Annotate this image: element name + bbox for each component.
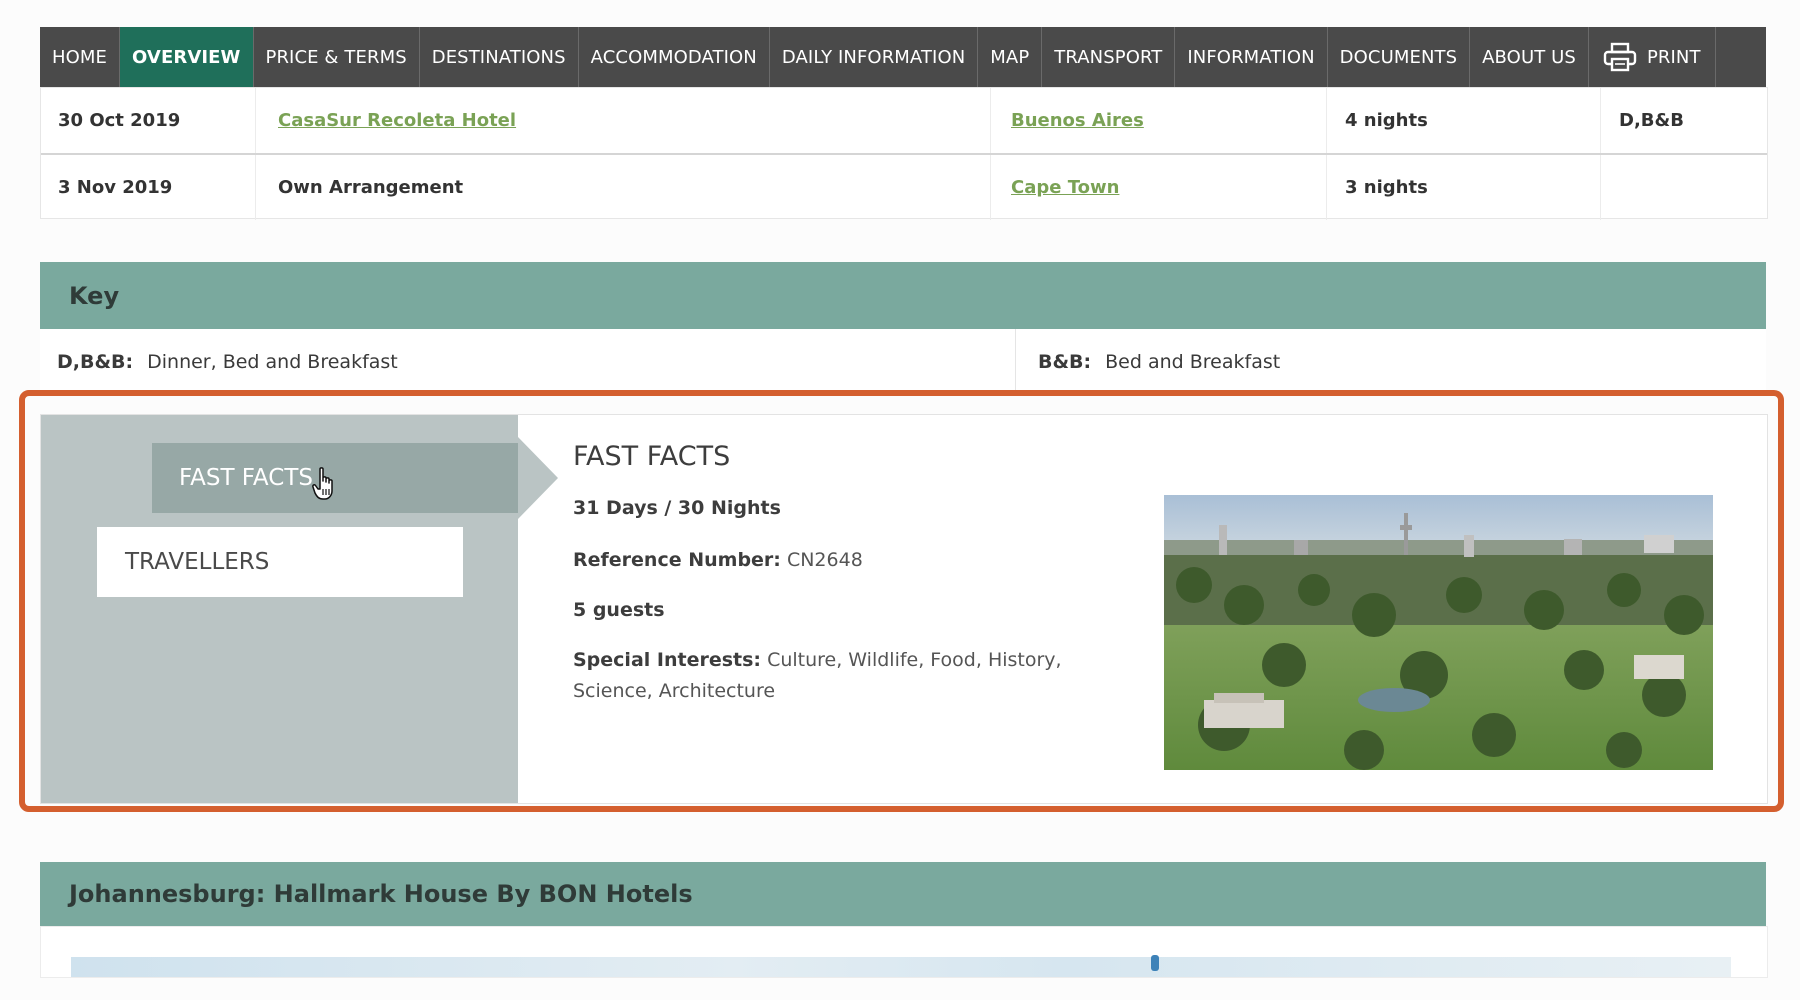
itinerary-nights: 4 nights [1327, 88, 1601, 153]
destination-link[interactable]: Buenos Aires [1011, 110, 1144, 131]
key-divider [1015, 329, 1016, 395]
nav-map-label: MAP [990, 46, 1030, 68]
nav-print-label: PRINT [1646, 46, 1701, 68]
accommodation-link[interactable]: CasaSur Recoleta Hotel [278, 110, 516, 131]
highlight-frame [19, 390, 1784, 812]
scroll-marker-icon [1151, 955, 1159, 971]
hotel-section-body [40, 926, 1768, 978]
key-header: Key [40, 262, 1766, 329]
nav-documents-label: DOCUMENTS [1339, 46, 1458, 68]
itinerary-nights: 3 nights [1327, 155, 1601, 220]
nav-daily-information[interactable]: DAILY INFORMATION [770, 27, 979, 87]
destination-link[interactable]: Cape Town [1011, 177, 1119, 198]
nav-information-label: INFORMATION [1187, 46, 1315, 68]
itinerary-date: 30 Oct 2019 [41, 88, 256, 153]
nav-destinations-label: DESTINATIONS [431, 46, 566, 68]
nav-accommodation[interactable]: ACCOMMODATION [579, 27, 770, 87]
key-entry: B&B: Bed and Breakfast [1038, 329, 1280, 395]
nav-price-terms-label: PRICE & TERMS [265, 46, 407, 68]
nav-accommodation-label: ACCOMMODATION [590, 46, 757, 68]
nav-about-us[interactable]: ABOUT US [1470, 27, 1589, 87]
itinerary-destination: Cape Town [991, 155, 1327, 220]
nav-overview[interactable]: OVERVIEW [120, 27, 254, 87]
nav-information[interactable]: INFORMATION [1175, 27, 1328, 87]
hotel-section-header: Johannesburg: Hallmark House By BON Hote… [40, 862, 1766, 926]
main-nav: HOME OVERVIEW PRICE & TERMS DESTINATIONS… [40, 27, 1766, 87]
nav-transport[interactable]: TRANSPORT [1042, 27, 1176, 87]
key-meaning: Dinner, Bed and Breakfast [147, 351, 398, 373]
itinerary-accommodation: CasaSur Recoleta Hotel [256, 88, 991, 153]
key-code: D,B&B: [57, 351, 134, 373]
hotel-section-title: Johannesburg: Hallmark House By BON Hote… [69, 880, 693, 908]
itinerary-basis: D,B&B [1619, 110, 1684, 131]
nav-daily-information-label: DAILY INFORMATION [781, 46, 966, 68]
key-meaning: Bed and Breakfast [1105, 351, 1281, 373]
itinerary-basis [1601, 155, 1767, 220]
itinerary-table: 30 Oct 2019 CasaSur Recoleta Hotel Bueno… [40, 87, 1768, 220]
nav-print[interactable]: PRINT [1589, 27, 1716, 87]
itinerary-accommodation: Own Arrangement [256, 155, 991, 220]
nav-destinations[interactable]: DESTINATIONS [420, 27, 579, 87]
key-body: D,B&B: Dinner, Bed and Breakfast B&B: Be… [40, 329, 1766, 395]
key-code: B&B: [1038, 351, 1092, 373]
hotel-image-strip [71, 957, 1731, 977]
nav-overview-label: OVERVIEW [132, 46, 241, 68]
nav-documents[interactable]: DOCUMENTS [1328, 27, 1471, 87]
nav-transport-label: TRANSPORT [1054, 46, 1163, 68]
table-row: 30 Oct 2019 CasaSur Recoleta Hotel Bueno… [41, 88, 1767, 155]
nav-map[interactable]: MAP [978, 27, 1043, 87]
itinerary-date: 3 Nov 2019 [41, 155, 256, 220]
key-entry: D,B&B: Dinner, Bed and Breakfast [57, 329, 398, 395]
key-title: Key [69, 281, 120, 310]
nav-about-us-label: ABOUT US [1482, 46, 1576, 68]
nav-home-label: HOME [52, 46, 108, 68]
nav-home[interactable]: HOME [40, 27, 121, 87]
table-row: 3 Nov 2019 Own Arrangement Cape Town 3 n… [41, 155, 1767, 220]
nav-price-terms[interactable]: PRICE & TERMS [254, 27, 420, 87]
itinerary-destination: Buenos Aires [991, 88, 1327, 153]
printer-icon [1603, 42, 1637, 72]
